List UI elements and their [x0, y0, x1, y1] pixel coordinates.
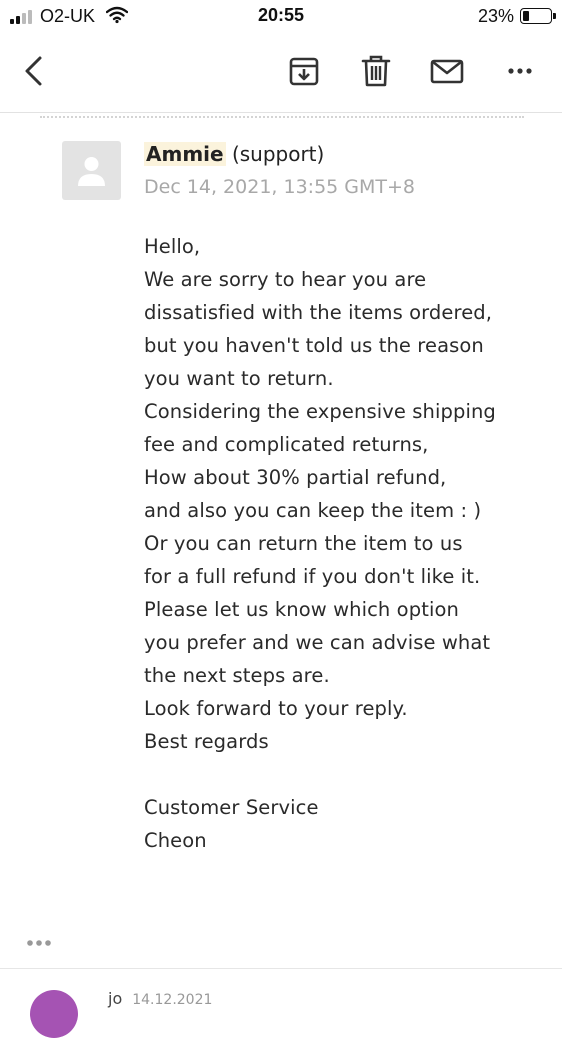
message-body: Hello, We are sorry to hear you are dissat…: [144, 230, 554, 857]
message-body-line: dissatisfied with the items ordered,: [144, 301, 493, 324]
envelope-icon: [430, 59, 464, 84]
sender-role: (support): [231, 142, 325, 166]
message-toolbar: [0, 34, 562, 113]
sender-avatar[interactable]: [62, 141, 121, 200]
sender-name[interactable]: Ammie: [144, 142, 226, 166]
archive-button[interactable]: [287, 54, 321, 88]
archive-icon: [289, 57, 319, 86]
message-body-line: and also you can keep the item : ): [144, 499, 482, 522]
next-sender-avatar[interactable]: [30, 990, 78, 1038]
battery-percent: 23%: [477, 6, 514, 26]
next-sender-name: jo: [108, 989, 123, 1008]
more-horizontal-icon: [508, 68, 532, 74]
battery-icon: [520, 8, 556, 24]
message-body-line: Hello,: [144, 235, 201, 258]
message-body-line: We are sorry to hear you are: [144, 268, 427, 291]
message-body-line: fee and complicated returns,: [144, 433, 429, 456]
message-divider: [0, 968, 562, 969]
message-body-line: Look forward to your reply.: [144, 697, 408, 720]
message-body-line: Best regards: [144, 730, 269, 753]
message-body-line: Or you can return the item to us: [144, 532, 463, 555]
chevron-left-icon: [25, 56, 42, 86]
message-body-line: for a full refund if you don't like it.: [144, 565, 481, 588]
message-body-line: [144, 758, 554, 791]
trash-icon: [361, 55, 391, 87]
message-body-line: Cheon: [144, 829, 207, 852]
message-date: Dec 14, 2021, 13:55 GMT+8: [144, 176, 416, 198]
message-body-line: the next steps are.: [144, 664, 330, 687]
message-body-line: Customer Service: [144, 796, 319, 819]
back-button[interactable]: [18, 54, 52, 88]
message-body-line: you prefer and we can advise what: [144, 631, 491, 654]
message-body-line: Please let us know which option: [144, 598, 459, 621]
message-body-line: but you haven't told us the reason: [144, 334, 484, 357]
person-icon: [78, 157, 105, 186]
more-messages-button[interactable]: [26, 934, 54, 946]
ellipsis-icon: [27, 940, 51, 946]
mark-unread-button[interactable]: [430, 54, 464, 88]
message-body-line: Considering the expensive shipping: [144, 400, 496, 423]
next-message-date: 14.12.2021: [132, 992, 213, 1008]
thread-divider: [40, 116, 524, 118]
sender-line: Ammie (support): [144, 142, 324, 166]
message-body-line: you want to return.: [144, 367, 334, 390]
delete-button[interactable]: [359, 54, 393, 88]
next-message-header[interactable]: jo 14.12.2021: [108, 989, 212, 1008]
more-options-button[interactable]: [503, 54, 537, 88]
battery-fill: [523, 11, 529, 21]
message-body-line: How about 30% partial refund,: [144, 466, 447, 489]
status-bar: O2-UK 20:55 23%: [0, 0, 562, 34]
